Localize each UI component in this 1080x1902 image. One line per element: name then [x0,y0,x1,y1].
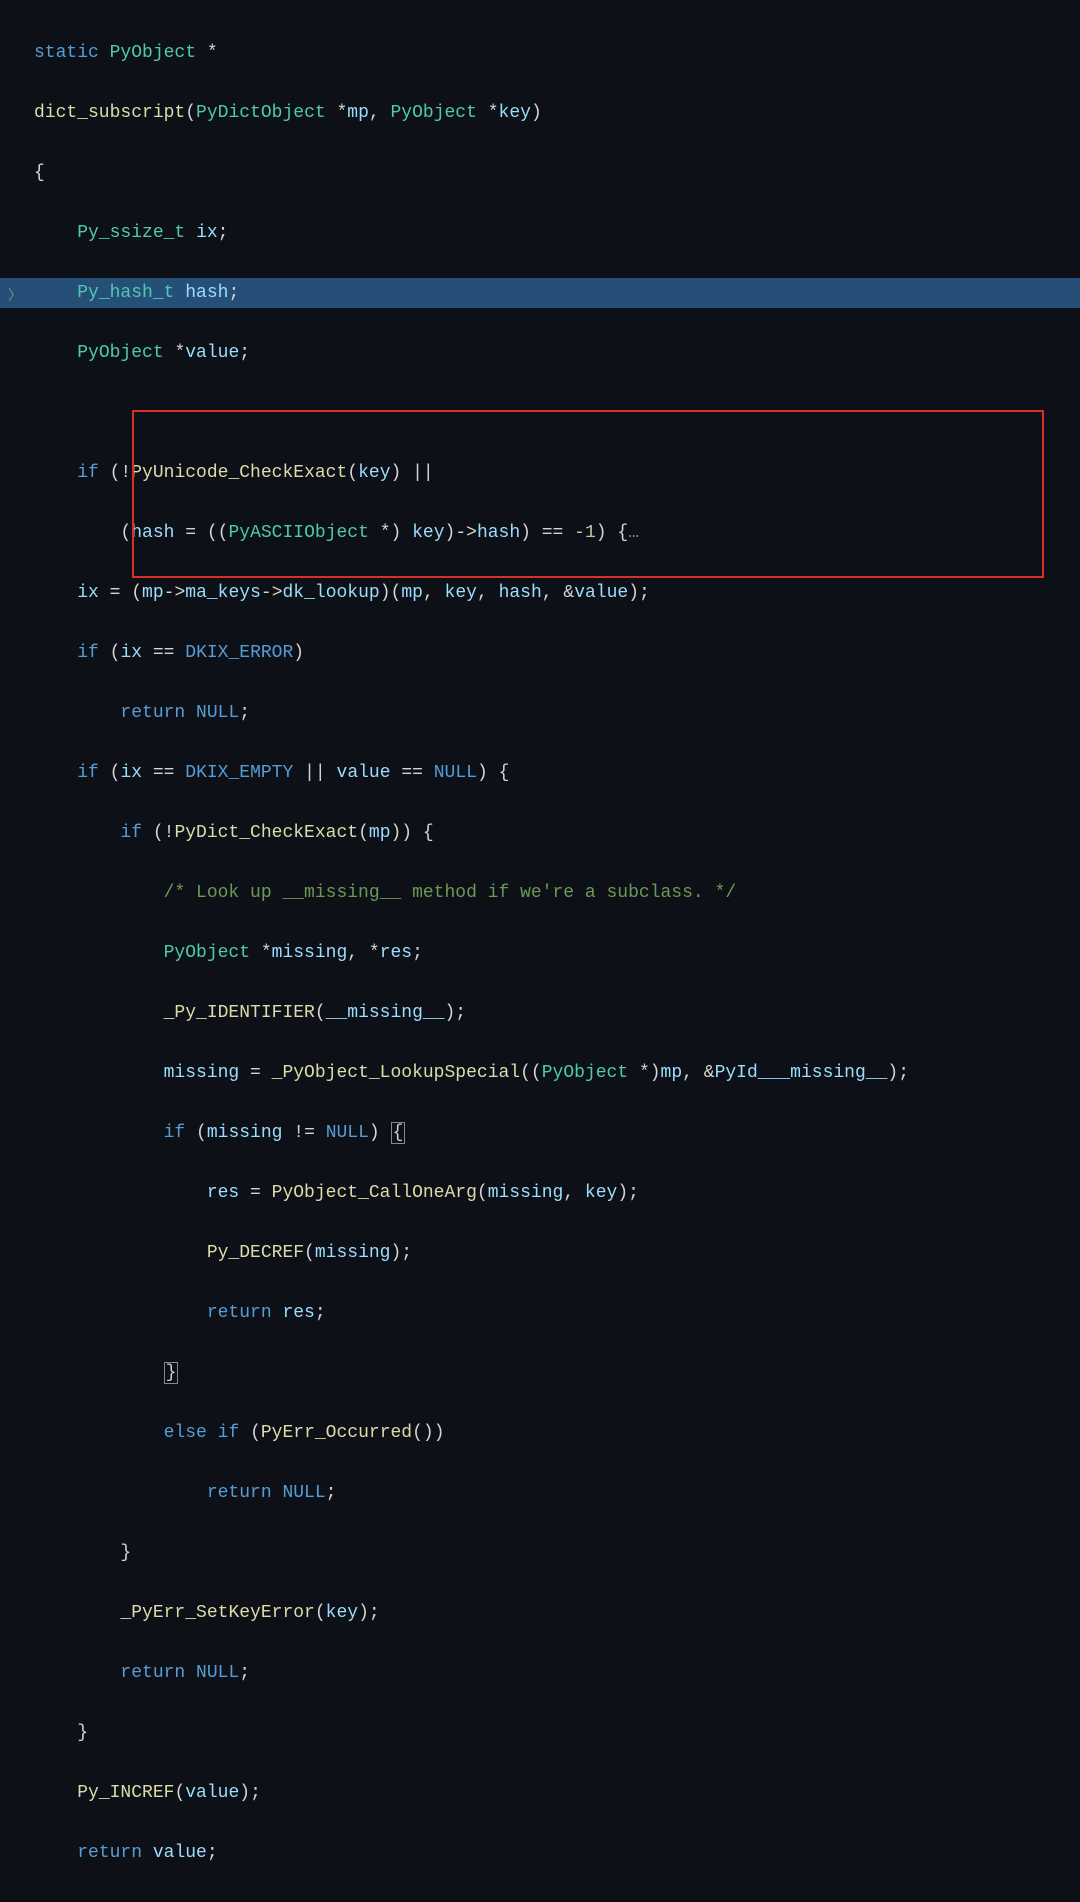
brace-match-icon: { [391,1122,406,1144]
code-line: return NULL; [34,1478,1080,1508]
code-line: if (missing != NULL) { [34,1118,1080,1148]
fold-ellipsis-icon[interactable]: … [628,523,639,543]
code-line: return NULL; [34,1658,1080,1688]
code-line: _PyErr_SetKeyError(key); [34,1598,1080,1628]
code-line: dict_subscript(PyDictObject *mp, PyObjec… [34,98,1080,128]
code-editor[interactable]: static PyObject * dict_subscript(PyDictO… [34,8,1080,1902]
code-line: Py_ssize_t ix; [34,218,1080,248]
code-line: } [34,1898,1080,1902]
code-line: } [34,1538,1080,1568]
code-line: _Py_IDENTIFIER(__missing__); [34,998,1080,1028]
code-line: Py_hash_t hash; [34,278,1080,308]
brace-match-icon: } [164,1362,179,1384]
code-line: return NULL; [34,698,1080,728]
code-line: if (!PyUnicode_CheckExact(key) || [34,458,1080,488]
code-line: if (!PyDict_CheckExact(mp)) { [34,818,1080,848]
code-line: PyObject *value; [34,338,1080,368]
code-line: res = PyObject_CallOneArg(missing, key); [34,1178,1080,1208]
code-line: PyObject *missing, *res; [34,938,1080,968]
code-line: if (ix == DKIX_ERROR) [34,638,1080,668]
code-line: else if (PyErr_Occurred()) [34,1418,1080,1448]
code-line: (hash = ((PyASCIIObject *) key)->hash) =… [34,518,1080,548]
editor-gutter: 〉 [0,0,30,951]
code-line [34,398,1080,428]
code-line: return res; [34,1298,1080,1328]
code-line: missing = _PyObject_LookupSpecial((PyObj… [34,1058,1080,1088]
code-line: /* Look up __missing__ method if we're a… [34,878,1080,908]
code-line: } [34,1358,1080,1388]
code-line: if (ix == DKIX_EMPTY || value == NULL) { [34,758,1080,788]
fold-chevron-icon[interactable]: 〉 [8,282,22,312]
code-line: ix = (mp->ma_keys->dk_lookup)(mp, key, h… [34,578,1080,608]
code-line: { [34,158,1080,188]
code-line: static PyObject * [34,38,1080,68]
code-line: Py_DECREF(missing); [34,1238,1080,1268]
code-line: Py_INCREF(value); [34,1778,1080,1808]
code-line: return value; [34,1838,1080,1868]
code-line: } [34,1718,1080,1748]
